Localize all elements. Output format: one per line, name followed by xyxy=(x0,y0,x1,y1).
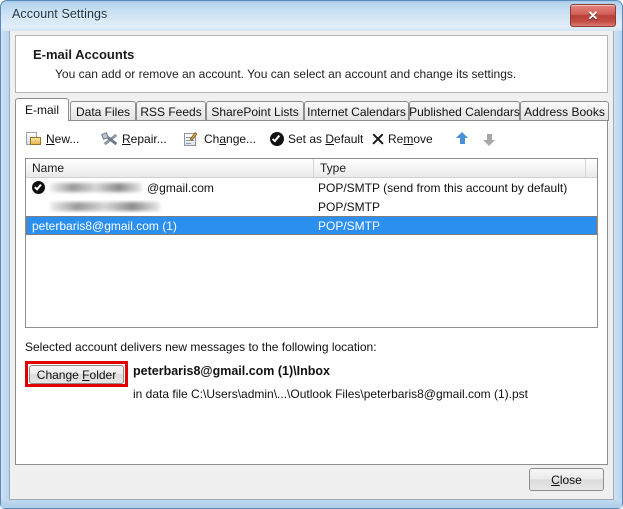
remove-account-label: Remove xyxy=(388,132,433,146)
tab-label: RSS Feeds xyxy=(140,104,202,119)
tab-label: Internet Calendars xyxy=(307,104,406,119)
account-type-cell: POP/SMTP xyxy=(318,199,381,214)
tab-data-files[interactable]: Data Files xyxy=(70,101,136,121)
tab-rss-feeds[interactable]: RSS Feeds xyxy=(136,101,206,121)
accounts-list-rows: @gmail.com POP/SMTP (send from this acco… xyxy=(26,178,597,235)
frame-edge-right xyxy=(614,31,622,507)
change-form-icon xyxy=(184,131,200,147)
account-name-cell xyxy=(26,200,314,213)
change-folder-group: Change Folder xyxy=(25,361,128,387)
accesskey: R xyxy=(122,132,131,146)
move-down-button[interactable] xyxy=(482,132,496,146)
account-type-cell: POP/SMTP (send from this account by defa… xyxy=(318,180,568,195)
account-name-cell: peterbaris8@gmail.com (1) xyxy=(26,219,314,233)
close-x-icon xyxy=(371,133,384,146)
tab-address-books[interactable]: Address Books xyxy=(520,101,609,121)
remove-account-button[interactable]: Remove xyxy=(371,127,433,151)
tab-sharepoint-lists[interactable]: SharePoint Lists xyxy=(206,101,304,121)
label-head: Ch xyxy=(204,132,220,146)
column-header-name[interactable]: Name xyxy=(26,159,314,177)
column-header-type[interactable]: Type xyxy=(314,159,586,177)
table-row[interactable]: @gmail.com POP/SMTP (send from this acco… xyxy=(26,178,597,197)
dialog-client-area: E-mail Accounts You can add or remove an… xyxy=(9,31,614,500)
accounts-list-header: Name Type xyxy=(26,159,597,178)
email-tab-panel: New... Repair... Change... Set as Defaul… xyxy=(15,120,608,465)
account-settings-dialog: Account Settings ✕ E-mail Accounts You c… xyxy=(0,0,623,509)
window-close-button[interactable]: ✕ xyxy=(570,4,616,27)
account-name-text: @gmail.com xyxy=(147,180,214,195)
label-rest: epair... xyxy=(130,132,167,146)
set-as-default-label: Set as Default xyxy=(288,132,363,146)
repair-tools-icon xyxy=(101,131,118,147)
delivery-location-label: Selected account delivers new messages t… xyxy=(25,340,377,354)
page-title: E-mail Accounts xyxy=(33,47,135,62)
label-rest: ove xyxy=(413,132,433,146)
tab-internet-calendars[interactable]: Internet Calendars xyxy=(304,101,409,121)
table-row[interactable]: POP/SMTP xyxy=(26,197,597,216)
set-as-default-button[interactable]: Set as Default xyxy=(270,127,363,151)
label-rest: efault xyxy=(334,132,364,146)
new-mail-icon xyxy=(26,131,42,147)
accesskey: C xyxy=(551,472,560,487)
header-panel: E-mail Accounts You can add or remove an… xyxy=(15,35,608,93)
table-row[interactable]: peterbaris8@gmail.com (1) POP/SMTP xyxy=(26,216,597,235)
default-account-check-icon xyxy=(32,181,45,194)
tab-published-calendars[interactable]: Published Calendars xyxy=(409,101,520,121)
accesskey: F xyxy=(82,367,90,382)
tab-label: Published Calendars xyxy=(409,104,520,119)
title-bar: Account Settings ✕ xyxy=(1,1,622,31)
change-account-button[interactable]: Change... xyxy=(184,127,256,151)
accesskey: N xyxy=(46,132,55,146)
label-head: Re xyxy=(388,132,404,146)
redacted-name xyxy=(50,202,160,211)
accounts-toolbar: New... Repair... Change... Set as Defaul… xyxy=(16,127,607,153)
repair-account-button[interactable]: Repair... xyxy=(101,127,167,151)
change-account-label: Change... xyxy=(204,132,256,146)
label-rest: nge... xyxy=(226,132,257,146)
label-rest: older xyxy=(89,367,117,382)
default-account-placeholder xyxy=(32,200,45,213)
column-header-spacer xyxy=(586,159,597,177)
page-subtitle: You can add or remove an account. You ca… xyxy=(55,67,517,81)
tab-label: Address Books xyxy=(524,104,605,119)
accesskey: m xyxy=(403,132,414,146)
account-name-text: peterbaris8@gmail.com (1) xyxy=(32,218,177,233)
delivery-folder-path: peterbaris8@gmail.com (1)\Inbox xyxy=(133,364,330,378)
close-icon: ✕ xyxy=(587,8,599,23)
move-up-button[interactable] xyxy=(455,132,469,146)
close-button-label: Close xyxy=(551,473,582,487)
window-title: Account Settings xyxy=(12,7,108,21)
tab-strip: E-mail Data Files RSS Feeds SharePoint L… xyxy=(15,98,609,121)
account-type-cell: POP/SMTP xyxy=(318,218,381,233)
label-rest: lose xyxy=(559,472,582,487)
check-circle-icon xyxy=(270,132,284,146)
change-folder-label: Change Folder xyxy=(37,368,116,382)
redacted-name xyxy=(50,183,142,192)
new-account-button[interactable]: New... xyxy=(26,127,79,151)
accounts-list[interactable]: Name Type @gmail.com POP/SMTP (send from… xyxy=(25,158,598,328)
label-head: Change xyxy=(36,367,83,382)
frame-edge-left xyxy=(1,31,9,507)
frame-edge-bottom xyxy=(1,499,622,508)
tab-label: SharePoint Lists xyxy=(211,104,299,119)
account-name-cell: @gmail.com xyxy=(26,181,314,195)
label-rest: ew... xyxy=(54,132,80,146)
change-folder-button[interactable]: Change Folder xyxy=(29,365,124,384)
delivery-data-file: in data file C:\Users\admin\...\Outlook … xyxy=(133,387,528,401)
tab-email[interactable]: E-mail xyxy=(15,98,69,121)
label-head: Set as xyxy=(288,132,326,146)
repair-account-label: Repair... xyxy=(122,132,167,146)
tab-label: Data Files xyxy=(75,104,131,119)
tab-label: E-mail xyxy=(24,103,59,117)
close-button[interactable]: Close xyxy=(529,468,604,491)
new-account-label: New... xyxy=(46,132,79,146)
accesskey: D xyxy=(325,132,335,146)
